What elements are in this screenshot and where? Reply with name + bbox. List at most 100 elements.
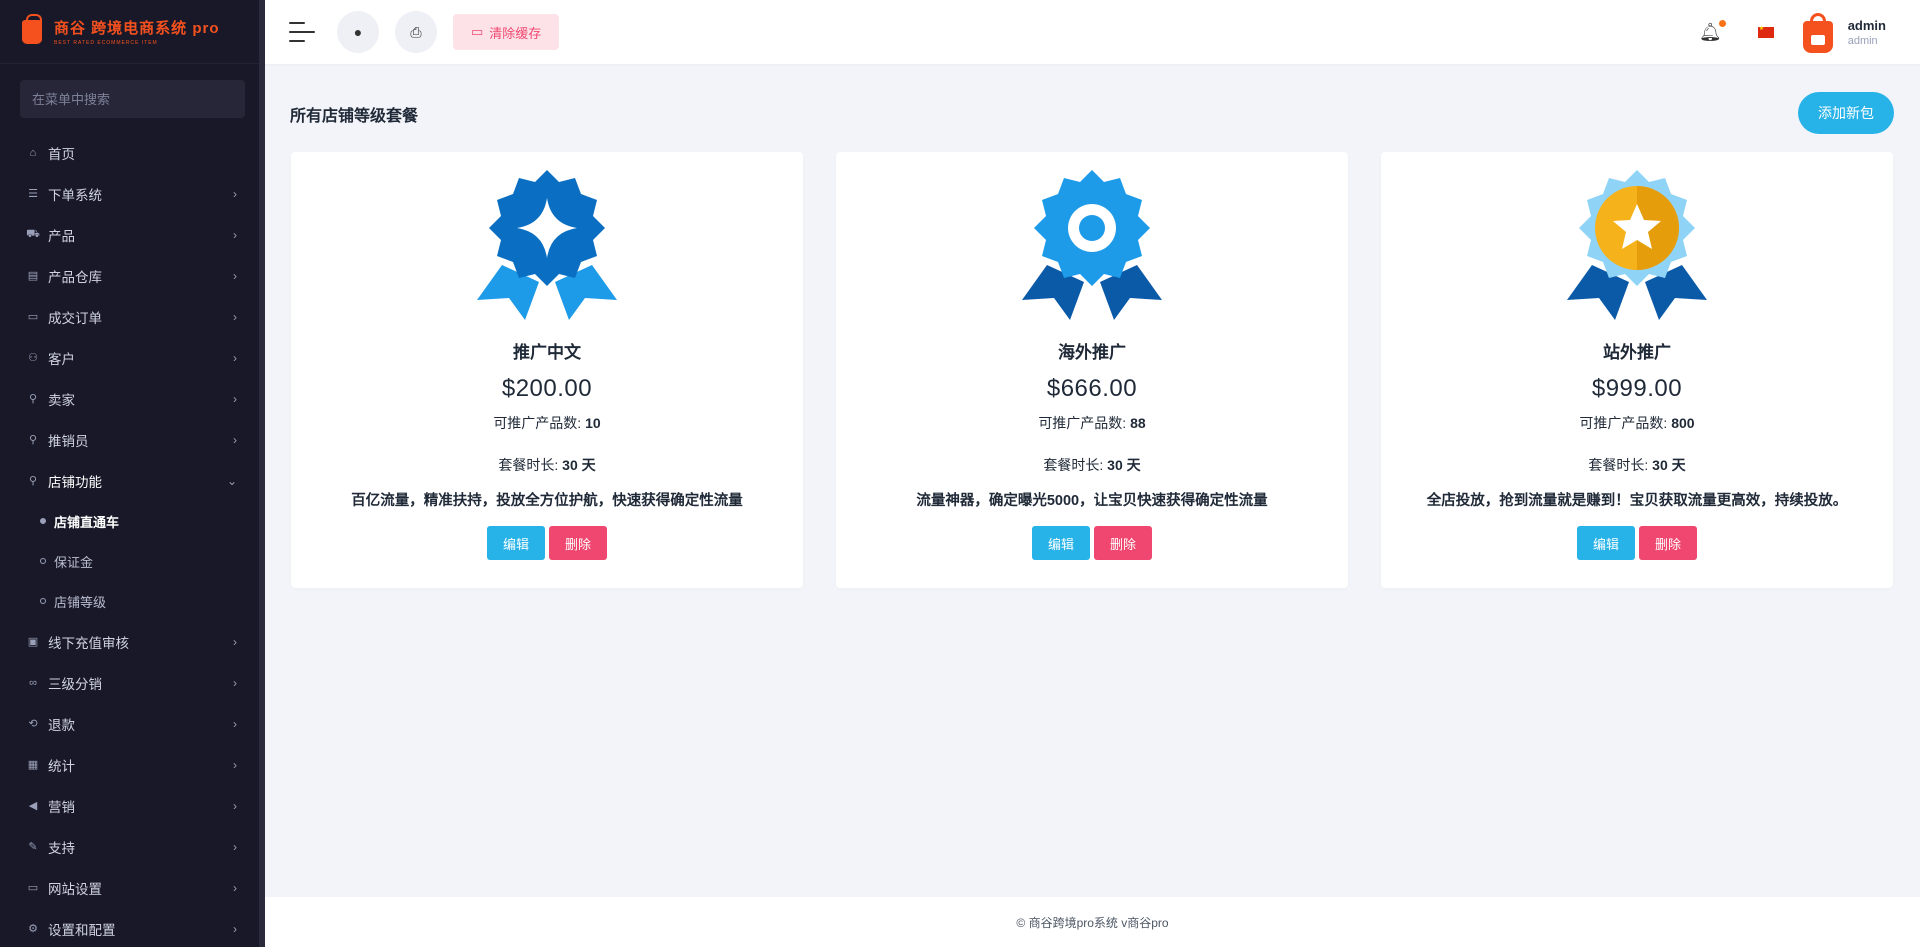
sidebar-item-salesman[interactable]: ⚲ 推销员 › — [0, 419, 265, 460]
salesman-icon: ⚲ — [28, 434, 38, 446]
money-icon: ▣ — [27, 636, 39, 648]
chevron-right-icon: › — [233, 757, 237, 772]
submenu-item-label: 店铺等级 — [54, 594, 107, 610]
chevron-right-icon: › — [233, 391, 237, 406]
star-badge-icon — [1567, 170, 1707, 320]
sidebar-menu: ⌂ 首页 ☰ 下单系统 › ⛟ 产品 › ▤ 产品仓库 › ▭ 成交订单 › ⚇… — [0, 132, 265, 947]
sidebar-item-stats[interactable]: ▦ 统计 › — [0, 744, 265, 785]
package-card: 海外推广 $666.00 可推广产品数: 88 套餐时长: 30 天 流量神器，… — [836, 152, 1348, 588]
list-icon: ☰ — [28, 188, 38, 200]
language-flag-icon[interactable] — [1757, 25, 1774, 38]
sidebar-item-home[interactable]: ⌂ 首页 — [0, 132, 265, 173]
edit-button[interactable]: 编辑 — [486, 526, 545, 560]
sidebar-item-products[interactable]: ⛟ 产品 › — [0, 214, 265, 255]
user-icon: ⚲ — [28, 393, 38, 405]
package-duration: 套餐时长: 30 天 — [1588, 457, 1686, 473]
package-duration: 套餐时长: 30 天 — [498, 457, 596, 473]
submenu-item-deposit[interactable]: 保证金 — [0, 541, 265, 581]
sidebar-item-label: 店铺功能 — [48, 474, 102, 490]
award-badge-icon — [477, 170, 617, 320]
sidebar-item-offline-recharge[interactable]: ▣ 线下充值审核 › — [0, 621, 265, 662]
globe-button[interactable]: ● — [337, 11, 379, 53]
sidebar-item-label: 支持 — [48, 840, 75, 856]
link-icon: ∞ — [29, 676, 37, 689]
sidebar-item-customers[interactable]: ⚇ 客户 › — [0, 337, 265, 378]
sidebar-item-label: 产品仓库 — [48, 269, 102, 285]
sidebar-item-label: 统计 — [48, 758, 75, 774]
sidebar-item-marketing[interactable]: ◀ 营销 › — [0, 785, 265, 826]
bullet-icon — [40, 558, 46, 564]
topbar: ● ⎙ ▭ 清除缓存 🔔︎ admin admin — [265, 0, 1920, 64]
main-content: 所有店铺等级套餐 添加新包 推广中文 $200.00 可推广产品数: 10 套餐… — [265, 64, 1920, 897]
sidebar: 商谷 跨境电商系统 pro BEST RATED ECOMMERCE ITEM … — [0, 0, 265, 947]
add-package-button[interactable]: 添加新包 — [1798, 92, 1894, 134]
sidebar-item-label: 退款 — [48, 717, 75, 733]
package-name: 站外推广 — [1603, 343, 1671, 362]
sidebar-item-distribution[interactable]: ∞ 三级分销 › — [0, 662, 265, 703]
edit-button[interactable]: 编辑 — [1031, 526, 1090, 560]
package-description: 流量神器，确定曝光5000，让宝贝快速获得确定性流量 — [916, 493, 1268, 509]
stats-icon: ▦ — [27, 759, 39, 771]
user-name: admin — [1847, 17, 1886, 33]
chevron-right-icon: › — [233, 227, 237, 242]
chevron-right-icon: › — [233, 798, 237, 813]
sidebar-item-warehouse[interactable]: ▤ 产品仓库 › — [0, 255, 265, 296]
package-description: 全店投放，抢到流量就是赚到！宝贝获取流量更高效，持续投放。 — [1426, 493, 1848, 509]
chevron-right-icon: › — [233, 309, 237, 324]
sidebar-item-site-settings[interactable]: ▭ 网站设置 › — [0, 867, 265, 908]
sidebar-item-order-system[interactable]: ☰ 下单系统 › — [0, 173, 265, 214]
user-role: admin — [1847, 34, 1878, 47]
warehouse-icon: ▤ — [27, 270, 39, 282]
submenu-item-shop-level[interactable]: 店铺等级 — [0, 581, 265, 621]
sidebar-item-label: 卖家 — [48, 392, 75, 408]
sidebar-item-label: 线下充值审核 — [48, 635, 129, 651]
support-icon: ✎ — [28, 841, 38, 853]
shop-icon: ⚲ — [28, 475, 38, 487]
logo[interactable]: 商谷 跨境电商系统 pro BEST RATED ECOMMERCE ITEM — [0, 0, 265, 64]
users-icon: ⚇ — [28, 352, 38, 364]
sidebar-item-label: 网站设置 — [48, 881, 102, 897]
cart-icon: ⛟ — [26, 227, 40, 240]
home-icon: ⌂ — [29, 146, 37, 159]
clear-cache-label: 清除缓存 — [489, 25, 542, 41]
package-name: 海外推广 — [1058, 343, 1126, 362]
topbar-right: 🔔︎ admin admin — [1699, 0, 1886, 64]
sidebar-item-label: 产品 — [48, 228, 75, 244]
clear-cache-button[interactable]: ▭ 清除缓存 — [453, 14, 560, 50]
avatar[interactable] — [1800, 11, 1836, 53]
sidebar-item-label: 推销员 — [48, 433, 89, 449]
sidebar-item-shop-features[interactable]: ⚲ 店铺功能 ⌄ — [0, 460, 265, 501]
chevron-down-icon: ⌄ — [226, 473, 237, 488]
print-button[interactable]: ⎙ — [395, 11, 437, 53]
sidebar-item-config[interactable]: ⚙ 设置和配置 › — [0, 908, 265, 947]
sidebar-item-sellers[interactable]: ⚲ 卖家 › — [0, 378, 265, 419]
chevron-right-icon: › — [233, 839, 237, 854]
menu-toggle-icon[interactable] — [289, 22, 315, 42]
chevron-right-icon: › — [233, 921, 237, 936]
bullet-icon — [40, 518, 46, 524]
sidebar-item-orders[interactable]: ▭ 成交订单 › — [0, 296, 265, 337]
delete-button[interactable]: 删除 — [1639, 526, 1698, 560]
package-price: $666.00 — [1046, 375, 1138, 402]
submenu-item-shop-express[interactable]: 店铺直通车 — [0, 501, 265, 541]
edit-button[interactable]: 编辑 — [1576, 526, 1635, 560]
globe-icon: ● — [353, 24, 363, 40]
sidebar-item-support[interactable]: ✎ 支持 › — [0, 826, 265, 867]
chevron-right-icon: › — [233, 186, 237, 201]
logo-bag-icon — [22, 13, 42, 44]
menu-search-input[interactable] — [32, 91, 245, 107]
package-products: 可推广产品数: 88 — [1038, 415, 1146, 431]
award-badge-icon — [1022, 170, 1162, 320]
chevron-right-icon: › — [233, 350, 237, 365]
notification-button[interactable]: 🔔︎ — [1699, 19, 1726, 43]
delete-button[interactable]: 删除 — [549, 526, 608, 560]
delete-button[interactable]: 删除 — [1094, 526, 1153, 560]
package-description: 百亿流量，精准扶持，投放全方位护航，快速获得确定性流量 — [351, 493, 743, 509]
monitor-icon: ▭ — [27, 882, 39, 894]
footer: © 商谷跨境pro系统 v商谷pro — [265, 897, 1920, 947]
chevron-right-icon: › — [233, 675, 237, 690]
drive-icon: ▭ — [471, 24, 484, 39]
page-title: 所有店铺等级套餐 — [290, 108, 419, 125]
sidebar-item-refund[interactable]: ⟲ 退款 › — [0, 703, 265, 744]
user-info[interactable]: admin admin — [1848, 18, 1886, 47]
